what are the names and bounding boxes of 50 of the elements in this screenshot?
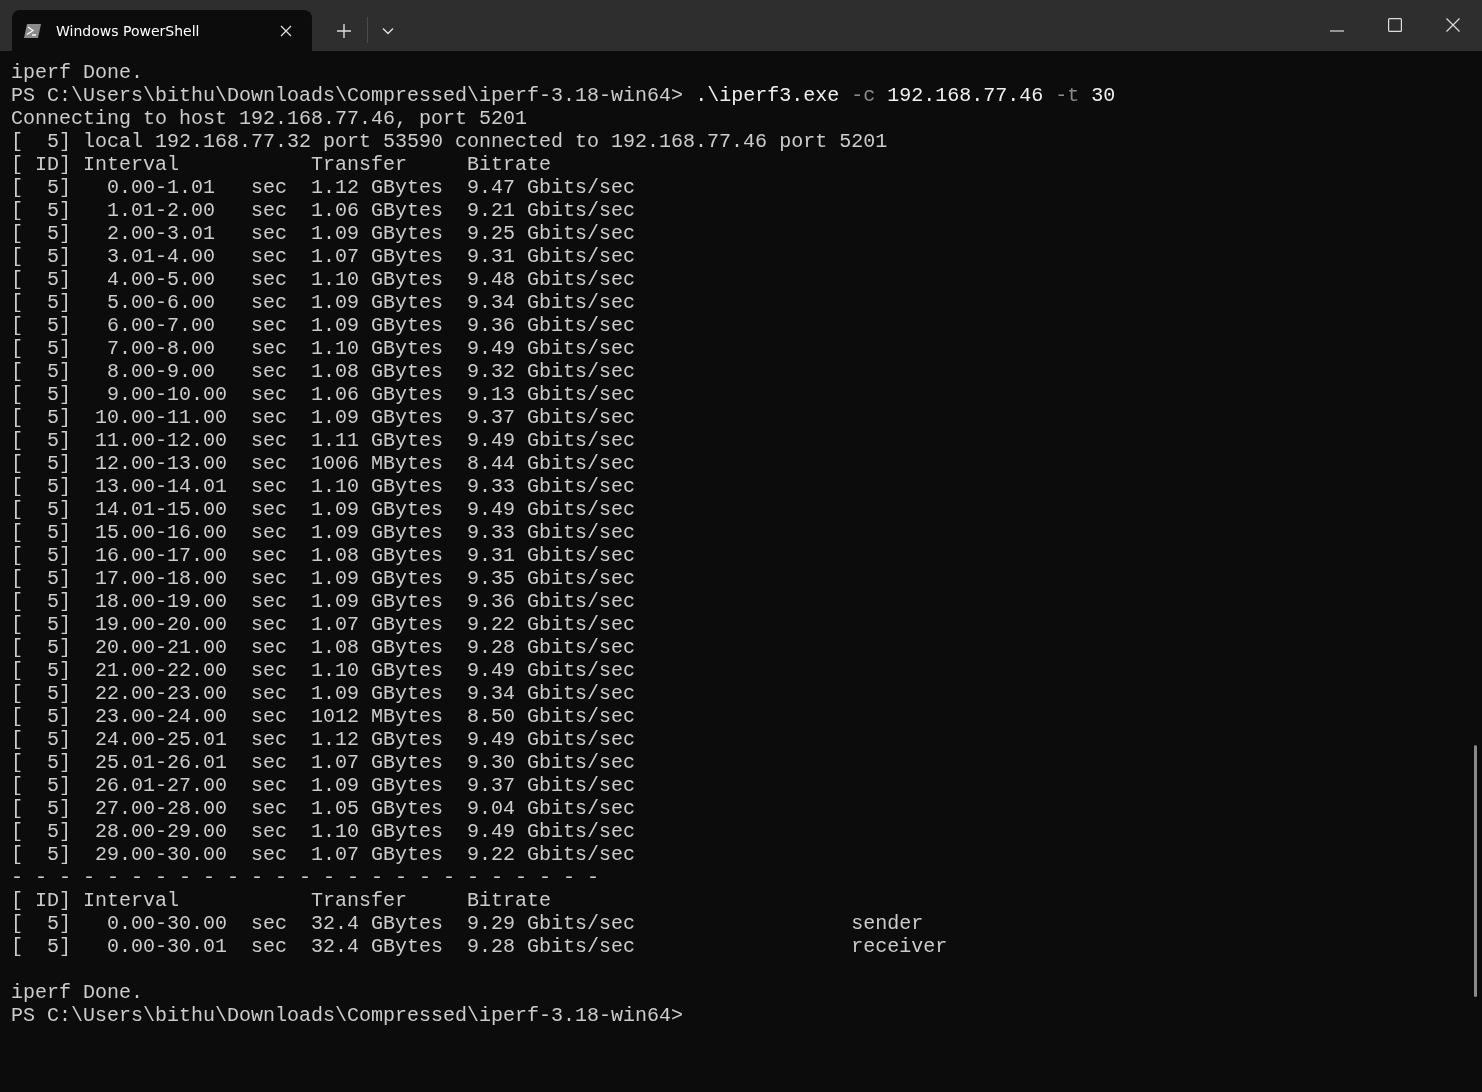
close-icon[interactable]: [280, 24, 292, 37]
terminal-line: [ 5] 24.00-25.01 sec 1.12 GBytes 9.49 Gbits/sec: [11, 728, 636, 751]
terminal-line: [ 5] 3.01-4.00 sec 1.07 GBytes 9.31 Gbits/sec: [11, 245, 636, 268]
new-tab-icon[interactable]: [337, 24, 351, 38]
terminal-line: [ ID] Interval Transfer Bitrate: [11, 153, 552, 176]
terminal-line: [ 5] 12.00-13.00 sec 1006 MBytes 8.44 Gbits/sec: [11, 452, 636, 475]
terminal-line: [ 5] local 192.168.77.32 port 53590 connected to 192.168.77.46 port 5201: [11, 130, 888, 153]
terminal-line: [ 5] 1.01-2.00 sec 1.06 GBytes 9.21 Gbits/sec: [11, 199, 636, 222]
terminal-line: PS C:\Users\bithu\Downloads\Compressed\iperf-3.18-win64>: [11, 1004, 684, 1027]
tab-title: Windows PowerShell: [56, 22, 201, 39]
command-line: PS C:\Users\bithu\Downloads\Compressed\iperf-3.18-win64> .\iperf3.exe -c 192.168.77.46 -t 30: [11, 84, 1116, 107]
terminal-line: [ 5] 5.00-6.00 sec 1.09 GBytes 9.34 Gbits/sec: [11, 291, 636, 314]
terminal-line: [ 5] 29.00-30.00 sec 1.07 GBytes 9.22 Gbits/sec: [11, 843, 636, 866]
terminal-line: [ 5] 18.00-19.00 sec 1.09 GBytes 9.36 Gbits/sec: [11, 590, 636, 613]
terminal-line: [ 5] 15.00-16.00 sec 1.09 GBytes 9.33 Gbits/sec: [11, 521, 636, 544]
terminal-line: [ 5] 19.00-20.00 sec 1.07 GBytes 9.22 Gbits/sec: [11, 613, 636, 636]
terminal-line: [ 5] 17.00-18.00 sec 1.09 GBytes 9.35 Gbits/sec: [11, 567, 636, 590]
terminal-line: [ 5] 27.00-28.00 sec 1.05 GBytes 9.04 Gbits/sec: [11, 797, 636, 820]
terminal-line: [ 5] 25.01-26.01 sec 1.07 GBytes 9.30 Gbits/sec: [11, 751, 636, 774]
terminal-line: [ 5] 6.00-7.00 sec 1.09 GBytes 9.36 Gbits/sec: [11, 314, 636, 337]
terminal-tab[interactable]: Windows PowerShell: [12, 10, 312, 51]
terminal-line: [ ID] Interval Transfer Bitrate: [11, 889, 552, 912]
terminal-line: iperf Done.: [11, 61, 144, 84]
terminal-line: [ 5] 14.01-15.00 sec 1.09 GBytes 9.49 Gbits/sec: [11, 498, 636, 521]
terminal-line: [ 5] 20.00-21.00 sec 1.08 GBytes 9.28 Gbits/sec: [11, 636, 636, 659]
terminal-line: [ 5] 7.00-8.00 sec 1.10 GBytes 9.49 Gbits/sec: [11, 337, 636, 360]
terminal-line: [ 5] 0.00-1.01 sec 1.12 GBytes 9.47 Gbits/sec: [11, 176, 636, 199]
terminal-line: [ 5] 9.00-10.00 sec 1.06 GBytes 9.13 Gbits/sec: [11, 383, 636, 406]
terminal-line: - - - - - - - - - - - - - - - - - - - - - - - - -: [11, 866, 600, 889]
terminal-line: [ 5] 0.00-30.01 sec 32.4 GBytes 9.28 Gbits/sec receiver: [11, 935, 948, 958]
terminal-line: Connecting to host 192.168.77.46, port 5201: [11, 107, 528, 130]
terminal-line: [ 5] 22.00-23.00 sec 1.09 GBytes 9.34 Gbits/sec: [11, 682, 636, 705]
maximize-icon[interactable]: [1388, 18, 1402, 32]
terminal-line: [ 5] 11.00-12.00 sec 1.11 GBytes 9.49 Gbits/sec: [11, 429, 636, 452]
terminal-line: [ 5] 16.00-17.00 sec 1.08 GBytes 9.31 Gbits/sec: [11, 544, 636, 567]
terminal-line: [ 5] 4.00-5.00 sec 1.10 GBytes 9.48 Gbits/sec: [11, 268, 636, 291]
terminal-line: [ 5] 28.00-29.00 sec 1.10 GBytes 9.49 Gbits/sec: [11, 820, 636, 843]
terminal-line: [ 5] 8.00-9.00 sec 1.08 GBytes 9.32 Gbits/sec: [11, 360, 636, 383]
terminal-line: [ 5] 23.00-24.00 sec 1012 MBytes 8.50 Gbits/sec: [11, 705, 636, 728]
terminal-line: [ 5] 2.00-3.01 sec 1.09 GBytes 9.25 Gbits/sec: [11, 222, 636, 245]
scrollbar-thumb[interactable]: [1474, 745, 1477, 997]
caret-icon[interactable]: [382, 27, 394, 35]
terminal-line: [ 5] 13.00-14.01 sec 1.10 GBytes 9.33 Gbits/sec: [11, 475, 636, 498]
terminal-line: [ 5] 10.00-11.00 sec 1.09 GBytes 9.37 Gbits/sec: [11, 406, 636, 429]
terminal-line: iperf Done.: [11, 981, 144, 1004]
terminal-line: [ 5] 26.01-27.00 sec 1.09 GBytes 9.37 Gbits/sec: [11, 774, 636, 797]
close-icon[interactable]: [1446, 18, 1460, 32]
terminal-prompt-icon: [24, 22, 42, 39]
terminal-line: [ 5] 0.00-30.00 sec 32.4 GBytes 9.29 Gbits/sec sender: [11, 912, 924, 935]
terminal-line: [ 5] 21.00-22.00 sec 1.10 GBytes 9.49 Gbits/sec: [11, 659, 636, 682]
